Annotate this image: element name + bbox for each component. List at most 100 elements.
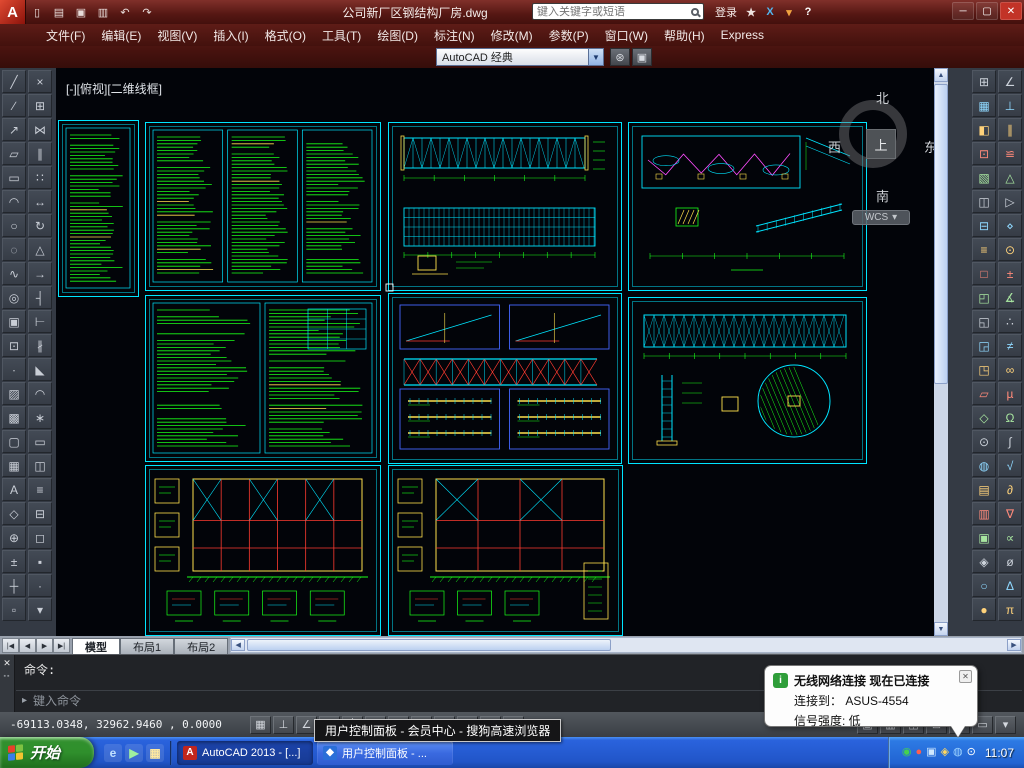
tool-button[interactable]: ◲ (972, 334, 996, 357)
tray-icon[interactable]: ⊙ (967, 747, 976, 758)
tool-button[interactable]: ⊟ (972, 214, 996, 237)
tool-button[interactable]: ⋄ (998, 214, 1022, 237)
taskbar-task[interactable]: AAutoCAD 2013 - [...] (177, 741, 313, 765)
tool-button[interactable]: ∴ (998, 310, 1022, 333)
menu-item[interactable]: 参数(P) (541, 25, 597, 46)
quick-launch-icon[interactable]: ▦ (146, 744, 164, 762)
tool-button[interactable]: ∦ (28, 334, 52, 357)
chevron-down-icon[interactable]: ▼ (588, 49, 603, 65)
tool-button[interactable]: ▧ (972, 166, 996, 189)
tool-button[interactable]: ⊡ (2, 334, 26, 357)
tool-button[interactable]: ⊞ (972, 70, 996, 93)
workspace-dropdown[interactable]: AutoCAD 经典 ▼ (436, 48, 604, 66)
scroll-down-arrow[interactable]: ▼ (934, 622, 948, 636)
tool-button[interactable]: ▣ (2, 310, 26, 333)
menu-item[interactable]: Express (713, 26, 772, 44)
tool-button[interactable]: ▱ (972, 382, 996, 405)
tool-button[interactable]: ∡ (998, 286, 1022, 309)
redo-icon[interactable]: ↷ (137, 3, 157, 21)
minimize-button[interactable]: ─ (952, 2, 974, 20)
search-input[interactable] (537, 6, 688, 18)
tool-button[interactable]: ▥ (972, 502, 996, 525)
tool-button[interactable]: ∝ (998, 526, 1022, 549)
tray-icon[interactable]: ◍ (953, 747, 963, 758)
signin-link[interactable]: 登录 (712, 4, 740, 20)
tool-button[interactable]: ≠ (998, 334, 1022, 357)
tool-button[interactable]: ◳ (972, 358, 996, 381)
canvas-vertical-scrollbar[interactable]: ▲ ▼ (934, 68, 948, 636)
tray-icon[interactable]: ◉ (902, 747, 912, 758)
tool-button[interactable]: ⊥ (998, 94, 1022, 117)
canvas-horizontal-scrollbar[interactable]: ◀ ▶ (230, 637, 1022, 653)
tool-button[interactable]: ∥ (28, 142, 52, 165)
star-icon[interactable]: ★ (743, 4, 759, 20)
status-toggle-button[interactable]: ⊥ (273, 716, 294, 734)
wireless-notification-balloon[interactable]: i 无线网络连接 现在已连接 ✕ 连接到： ASUS-4554 信号强度: 低 (764, 665, 978, 727)
tool-button[interactable]: A (2, 478, 26, 501)
workspace-panel-button[interactable]: ▣ (632, 48, 652, 66)
tool-button[interactable]: ≌ (998, 142, 1022, 165)
drawing-canvas[interactable]: [-][俯视][二维线框] 北 南 西 东 上 WCS ▾ ▲ ▼ (56, 68, 948, 636)
tool-button[interactable]: ▭ (28, 430, 52, 453)
undo-icon[interactable]: ↶ (115, 3, 135, 21)
tool-button[interactable]: ◇ (972, 406, 996, 429)
tool-button[interactable]: ± (2, 550, 26, 573)
tool-button[interactable]: Δ (998, 574, 1022, 597)
exchange-icon[interactable]: X (762, 4, 778, 20)
tool-button[interactable]: ◫ (972, 190, 996, 213)
scroll-right-arrow[interactable]: ▶ (1007, 639, 1021, 651)
tab-布局2[interactable]: 布局2 (174, 638, 228, 654)
tray-icon[interactable]: ◈ (941, 747, 949, 758)
menu-item[interactable]: 格式(O) (257, 25, 314, 46)
clock[interactable]: 11:07 (985, 746, 1014, 760)
tool-button[interactable]: ↔ (28, 190, 52, 213)
scroll-up-arrow[interactable]: ▲ (934, 68, 948, 82)
tool-button[interactable]: ∫ (998, 430, 1022, 453)
tool-button[interactable]: ⊙ (998, 238, 1022, 261)
tool-button[interactable]: ◌ (2, 238, 26, 261)
close-button[interactable]: ✕ (1000, 2, 1022, 20)
menu-item[interactable]: 标注(N) (426, 25, 483, 46)
tool-button[interactable]: ○ (972, 574, 996, 597)
menu-item[interactable]: 插入(I) (205, 25, 256, 46)
apps-icon[interactable]: ▾ (781, 4, 797, 20)
tool-button[interactable]: ◍ (972, 454, 996, 477)
compass-west[interactable]: 西 (828, 137, 841, 156)
tool-button[interactable]: ∠ (998, 70, 1022, 93)
tool-button[interactable]: → (28, 262, 52, 285)
new-icon[interactable]: ▯ (27, 3, 47, 21)
tool-button[interactable]: ▭ (2, 166, 26, 189)
tool-button[interactable]: ◱ (972, 310, 996, 333)
tool-button[interactable]: ∿ (2, 262, 26, 285)
print-icon[interactable]: ▥ (93, 3, 113, 21)
tool-button[interactable]: Ω (998, 406, 1022, 429)
tool-button[interactable]: ⊙ (972, 430, 996, 453)
tool-button[interactable]: △ (28, 238, 52, 261)
close-icon[interactable]: ✕ (959, 670, 972, 683)
tray-icon[interactable]: ● (916, 747, 923, 758)
compass-north[interactable]: 北 (876, 88, 889, 107)
tool-button[interactable]: ◧ (972, 118, 996, 141)
scroll-thumb[interactable] (247, 639, 610, 651)
tool-button[interactable]: ∗ (28, 406, 52, 429)
infocenter-search[interactable] (532, 3, 704, 20)
tool-button[interactable]: □ (972, 262, 996, 285)
tool-button[interactable]: ⋈ (28, 118, 52, 141)
tab-模型[interactable]: 模型 (72, 638, 120, 654)
tool-button[interactable]: ⊡ (972, 142, 996, 165)
tool-button[interactable]: ▢ (2, 430, 26, 453)
maximize-button[interactable]: ▢ (976, 2, 998, 20)
menu-item[interactable]: 工具(T) (314, 25, 369, 46)
tool-button[interactable]: ● (972, 598, 996, 621)
tool-button[interactable]: ⊕ (2, 526, 26, 549)
tool-button[interactable]: ≡ (972, 238, 996, 261)
status-toggle-button[interactable]: ▦ (250, 716, 271, 734)
cad-drawing[interactable] (56, 68, 934, 636)
tool-button[interactable]: ◈ (972, 550, 996, 573)
tool-button[interactable]: ◠ (28, 382, 52, 405)
tool-button[interactable]: ⊢ (28, 310, 52, 333)
tool-button[interactable]: ▩ (2, 406, 26, 429)
tool-button[interactable]: ∷ (28, 166, 52, 189)
tool-button[interactable]: ▨ (2, 382, 26, 405)
scroll-thumb[interactable] (934, 84, 948, 384)
